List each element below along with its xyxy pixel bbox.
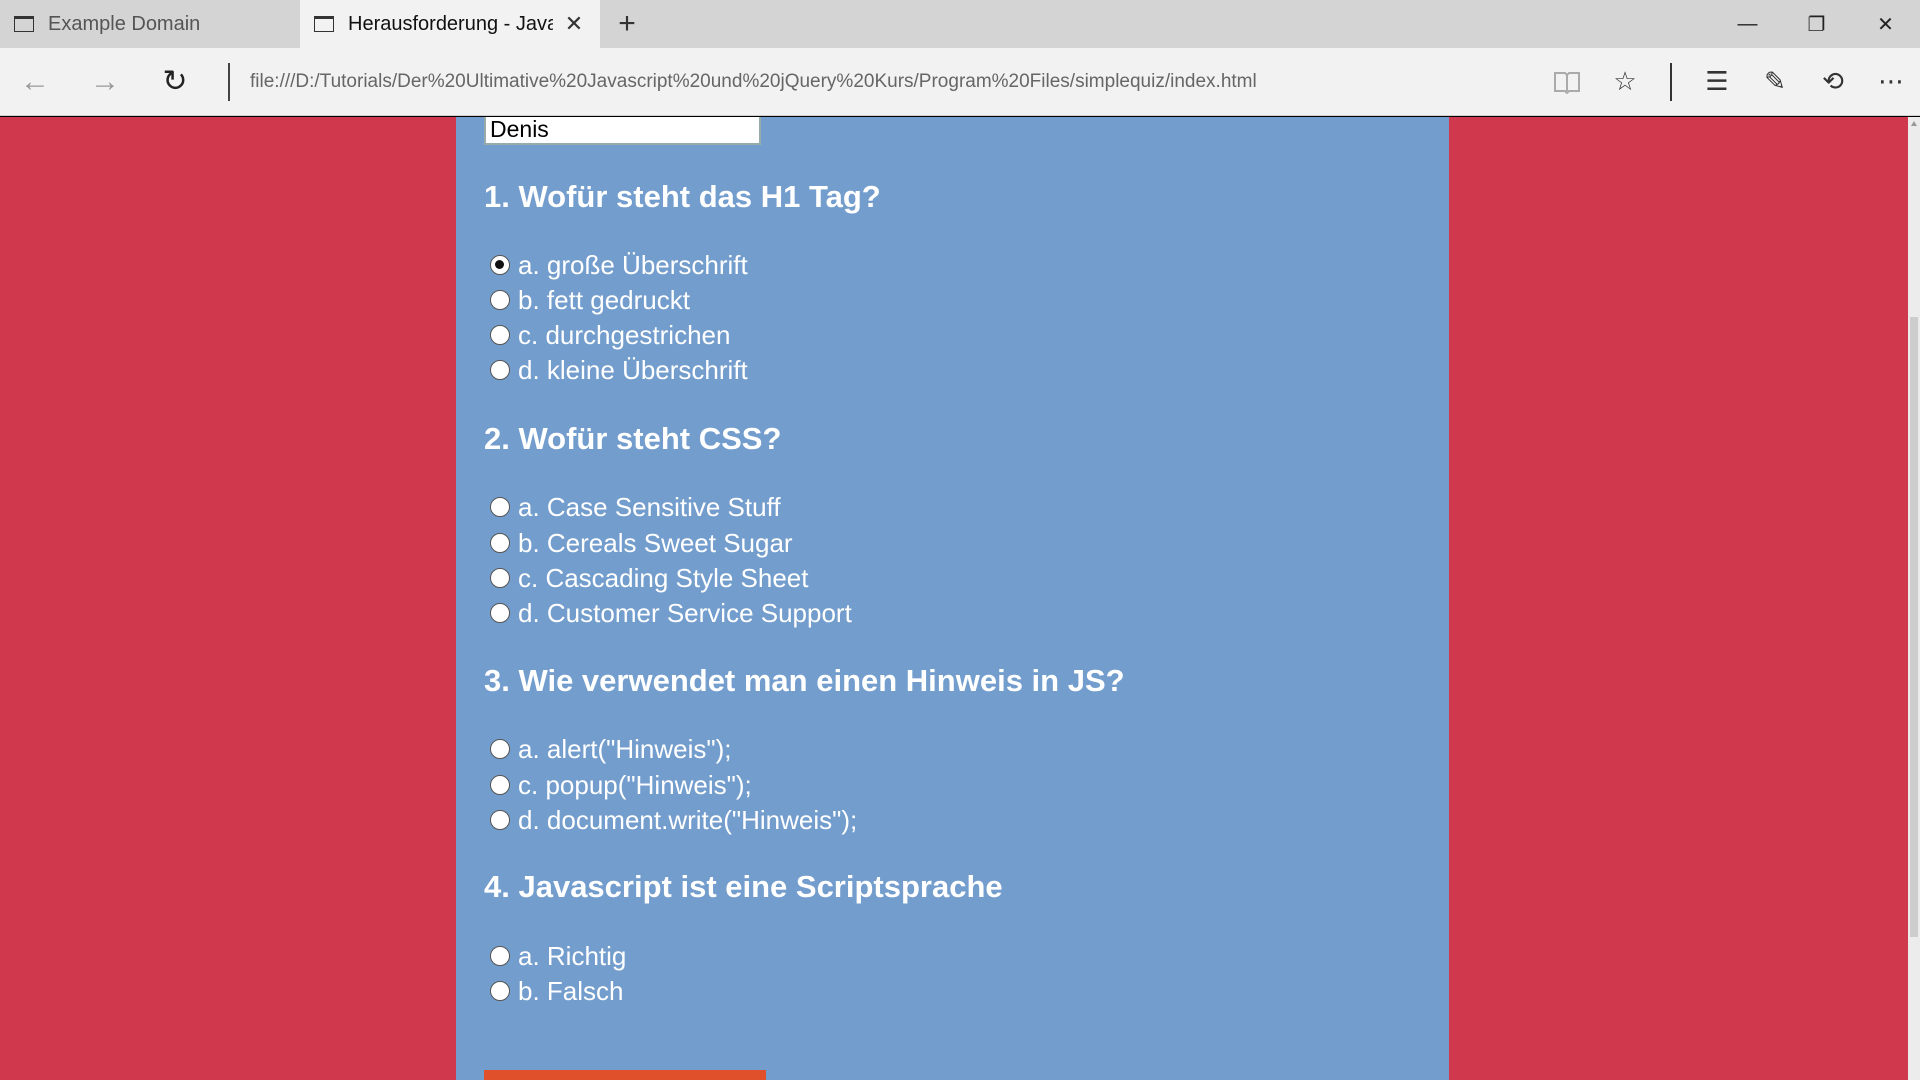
question-2-title: 2. Wofür steht CSS? xyxy=(484,421,782,456)
question-1-title: 1. Wofür steht das H1 Tag? xyxy=(484,179,881,214)
question-4-title: 4. Javascript ist eine Scriptsprache xyxy=(484,869,1003,904)
q3-option-a[interactable]: a. alert("Hinweis"); xyxy=(484,732,732,766)
radio-button[interactable] xyxy=(490,255,510,275)
q3-option-d[interactable]: d. document.write("Hinweis"); xyxy=(484,803,857,837)
radio-button[interactable] xyxy=(490,739,510,759)
reading-view-icon[interactable] xyxy=(1538,48,1596,116)
radio-button[interactable] xyxy=(490,497,510,517)
q2-option-b[interactable]: b. Cereals Sweet Sugar xyxy=(484,526,793,560)
page-icon xyxy=(14,16,34,32)
more-icon[interactable]: ⋯ xyxy=(1862,48,1920,116)
hub-icon[interactable]: ☰ xyxy=(1688,48,1746,116)
tab-herausforderung[interactable]: Herausforderung - Javas ✕ xyxy=(300,0,600,48)
question-3-title: 3. Wie verwendet man einen Hinweis in JS… xyxy=(484,663,1125,698)
radio-button[interactable] xyxy=(490,290,510,310)
notes-icon[interactable]: ✎ xyxy=(1746,48,1804,116)
page-viewport: 1. Wofür steht das H1 Tag? a. große Über… xyxy=(0,117,1920,1080)
forward-icon[interactable]: → xyxy=(70,48,140,116)
q3-option-c[interactable]: c. popup("Hinweis"); xyxy=(484,768,752,802)
q1-option-d[interactable]: d. kleine Überschrift xyxy=(484,353,748,387)
divider xyxy=(228,62,230,101)
restore-icon[interactable]: ❐ xyxy=(1782,0,1851,48)
radio-button[interactable] xyxy=(490,568,510,588)
address-bar[interactable]: file:///D:/Tutorials/Der%20Ultimative%20… xyxy=(250,71,1538,93)
radio-button[interactable] xyxy=(490,533,510,553)
submit-button[interactable] xyxy=(484,1070,766,1080)
q2-option-d[interactable]: d. Customer Service Support xyxy=(484,596,852,630)
new-tab-button[interactable]: + xyxy=(600,0,654,48)
radio-button[interactable] xyxy=(490,946,510,966)
scroll-up-icon[interactable] xyxy=(1911,121,1917,126)
navigation-bar: ← → ↻ file:///D:/Tutorials/Der%20Ultimat… xyxy=(0,48,1920,116)
tab-bar: Example Domain Herausforderung - Javas ✕… xyxy=(0,0,1920,48)
divider xyxy=(1670,62,1672,101)
q4-option-b[interactable]: b. Falsch xyxy=(484,974,624,1008)
radio-button[interactable] xyxy=(490,603,510,623)
q4-option-a[interactable]: a. Richtig xyxy=(484,939,626,973)
radio-button[interactable] xyxy=(490,775,510,795)
tab-example-domain[interactable]: Example Domain xyxy=(0,0,300,48)
close-tab-icon[interactable]: ✕ xyxy=(562,12,586,36)
close-window-icon[interactable]: ✕ xyxy=(1851,0,1920,48)
quiz-container: 1. Wofür steht das H1 Tag? a. große Über… xyxy=(456,117,1449,1080)
back-icon[interactable]: ← xyxy=(0,48,70,116)
q1-option-c[interactable]: c. durchgestrichen xyxy=(484,318,730,352)
tab-title: Example Domain xyxy=(48,12,201,35)
q2-option-c[interactable]: c. Cascading Style Sheet xyxy=(484,561,809,595)
scrollbar-thumb[interactable] xyxy=(1910,317,1918,937)
radio-button[interactable] xyxy=(490,810,510,830)
favorite-icon[interactable]: ☆ xyxy=(1596,48,1654,116)
q1-option-a[interactable]: a. große Überschrift xyxy=(484,248,748,282)
page-icon xyxy=(314,16,334,32)
refresh-icon[interactable]: ↻ xyxy=(140,48,210,116)
window-controls: — ❐ ✕ xyxy=(1713,0,1920,48)
name-input[interactable] xyxy=(484,117,761,145)
tab-title: Herausforderung - Javas xyxy=(348,12,553,35)
radio-button[interactable] xyxy=(490,325,510,345)
scrollbar[interactable] xyxy=(1908,117,1920,1080)
share-icon[interactable]: ⟲ xyxy=(1804,48,1862,116)
radio-button[interactable] xyxy=(490,360,510,380)
radio-button[interactable] xyxy=(490,981,510,1001)
minimize-icon[interactable]: — xyxy=(1713,0,1782,48)
q2-option-a[interactable]: a. Case Sensitive Stuff xyxy=(484,490,781,524)
q1-option-b[interactable]: b. fett gedruckt xyxy=(484,283,690,317)
